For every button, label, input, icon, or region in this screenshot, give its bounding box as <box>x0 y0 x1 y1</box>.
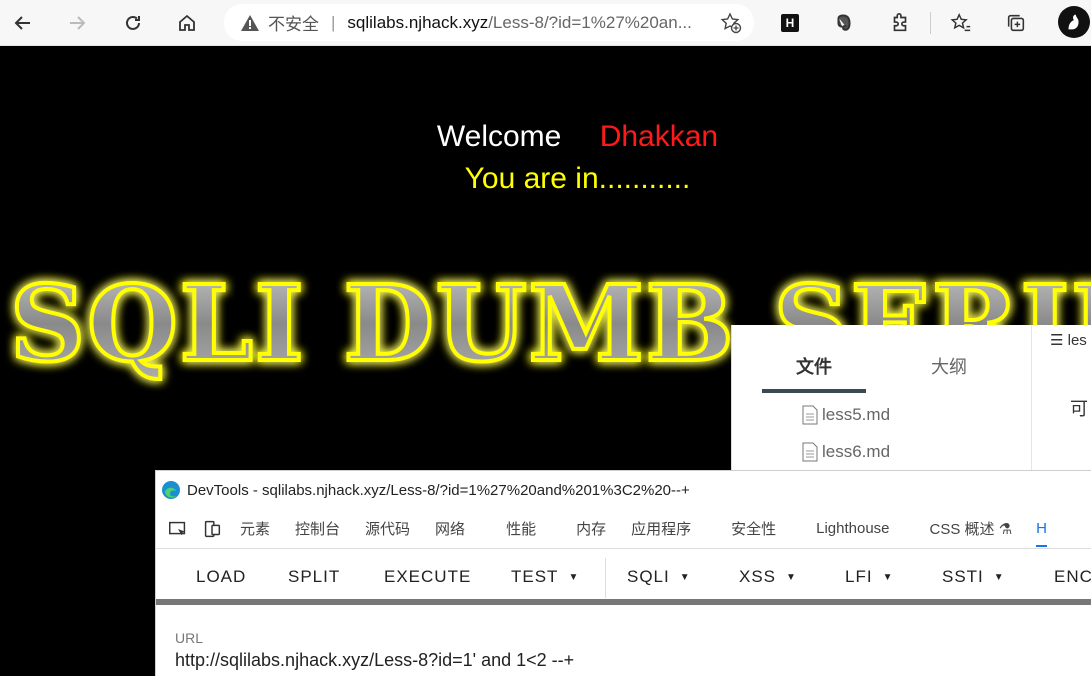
file-name: less5.md <box>822 405 891 424</box>
tab-outline[interactable]: 大纲 <box>897 353 1001 379</box>
tab-memory[interactable]: 内存 <box>576 518 606 539</box>
inspect-icon[interactable] <box>166 517 190 541</box>
url-label: URL <box>175 630 204 646</box>
caret-down-icon: ▼ <box>786 572 797 584</box>
tab-console[interactable]: 控制台 <box>295 518 340 539</box>
sqli-dropdown[interactable]: SQLI ▼ <box>627 567 691 587</box>
menu-icon: ☰ <box>1050 332 1064 349</box>
tab-performance[interactable]: 性能 <box>506 518 536 539</box>
device-emulation-icon[interactable] <box>200 517 224 541</box>
profile-avatar[interactable] <box>1058 6 1090 38</box>
screen: { "browser": { "insecure_label": "不安全", … <box>0 0 1091 676</box>
lfi-label: LFI <box>845 567 873 586</box>
browser-toolbar: 不安全 | sqlilabs.njhack.xyz /Less-8/?id=1%… <box>0 0 1091 46</box>
execute-button[interactable]: EXECUTE <box>384 567 471 587</box>
document-icon <box>802 442 818 462</box>
devtools-window: DevTools - sqlilabs.njhack.xyz/Less-8/?i… <box>155 470 1091 676</box>
xss-label: XSS <box>739 567 777 586</box>
tab-files[interactable]: 文件 <box>762 353 866 393</box>
devtools-titlebar: DevTools - sqlilabs.njhack.xyz/Less-8/?i… <box>156 471 1091 509</box>
refresh-icon <box>126 15 140 30</box>
back-arrow-icon <box>14 16 30 30</box>
toolbar-separator <box>605 558 606 598</box>
forward-button[interactable] <box>62 8 92 38</box>
add-favorite-icon[interactable] <box>720 12 742 34</box>
extension-letter: H <box>781 14 799 32</box>
file-item[interactable]: less5.md <box>802 405 890 425</box>
test-label: TEST <box>511 567 559 586</box>
welcome-line: Welcome Dhakkan <box>0 120 1091 154</box>
ssti-label: SSTI <box>942 567 984 586</box>
evernote-extension-icon[interactable] <box>832 11 856 35</box>
address-bar[interactable]: 不安全 | sqlilabs.njhack.xyz /Less-8/?id=1%… <box>224 4 754 41</box>
file-item[interactable]: less6.md <box>802 442 890 462</box>
sqli-label: SQLI <box>627 567 670 586</box>
split-button[interactable]: SPLIT <box>288 567 340 587</box>
tab-sources[interactable]: 源代码 <box>365 518 410 539</box>
forward-arrow-icon <box>70 16 86 30</box>
devtools-title: DevTools - sqlilabs.njhack.xyz/Less-8/?i… <box>187 481 690 499</box>
insecure-label: 不安全 <box>268 15 319 34</box>
devtools-tabbar: 元素 控制台 源代码 网络 性能 内存 应用程序 安全性 Lighthouse … <box>156 509 1091 549</box>
collections-icon[interactable] <box>1004 11 1028 35</box>
username-text: Dhakkan <box>599 120 719 153</box>
tab-application[interactable]: 应用程序 <box>631 518 691 539</box>
file-name: less6.md <box>822 442 891 461</box>
url-host: sqlilabs.njhack.xyz <box>347 12 489 32</box>
toolbar-divider <box>930 12 931 34</box>
tab-hackbar[interactable]: H <box>1036 520 1047 547</box>
refresh-button[interactable] <box>118 8 148 38</box>
tab-lighthouse[interactable]: Lighthouse <box>816 520 889 537</box>
test-dropdown[interactable]: TEST ▼ <box>511 567 579 587</box>
hackbar-extension-icon[interactable]: H <box>778 11 802 35</box>
welcome-text: Welcome <box>436 120 562 153</box>
tab-network[interactable]: 网络 <box>435 518 465 539</box>
home-button[interactable] <box>172 8 202 38</box>
ssti-dropdown[interactable]: SSTI ▼ <box>942 567 1005 587</box>
url-input[interactable]: http://sqlilabs.njhack.xyz/Less-8?id=1' … <box>175 650 574 671</box>
load-button[interactable]: LOAD <box>196 567 246 587</box>
extensions-puzzle-icon[interactable] <box>888 11 912 35</box>
tab-css-overview[interactable]: CSS 概述 ⚗ <box>930 518 1013 539</box>
back-button[interactable] <box>8 8 38 38</box>
editor-text: 可 <box>1070 399 1088 419</box>
panel-divider <box>1031 325 1032 475</box>
caret-down-icon: ▼ <box>568 572 580 584</box>
url-path: /Less-8/?id=1%27%20an... <box>488 12 692 32</box>
tab-elements[interactable]: 元素 <box>240 518 270 539</box>
lfi-dropdown[interactable]: LFI ▼ <box>845 567 893 587</box>
avatar-image-icon <box>1068 14 1079 30</box>
typora-panel: 文件 大纲 less5.md less6.md ☰ les 可 <box>731 325 1091 475</box>
encoding-dropdown[interactable]: ENC <box>1054 567 1091 587</box>
editor-tab[interactable]: ☰ les <box>1050 331 1087 349</box>
hackbar-toolbar: LOAD SPLIT EXECUTE TEST ▼ SQLI ▼ XSS ▼ LFI ▼… <box>156 550 1091 605</box>
document-icon <box>802 405 818 425</box>
editor-tab-label: les <box>1067 332 1087 349</box>
tab-security[interactable]: 安全性 <box>731 518 776 539</box>
caret-down-icon: ▼ <box>679 572 691 584</box>
edge-logo-icon <box>162 481 180 499</box>
xss-dropdown[interactable]: XSS ▼ <box>739 567 797 587</box>
status-message: You are in........... <box>464 162 691 195</box>
warning-icon <box>240 13 260 33</box>
address-separator: | <box>331 12 336 32</box>
home-icon <box>179 14 195 31</box>
caret-down-icon: ▼ <box>882 572 894 584</box>
favorites-icon[interactable] <box>949 11 973 35</box>
caret-down-icon: ▼ <box>993 572 1005 584</box>
